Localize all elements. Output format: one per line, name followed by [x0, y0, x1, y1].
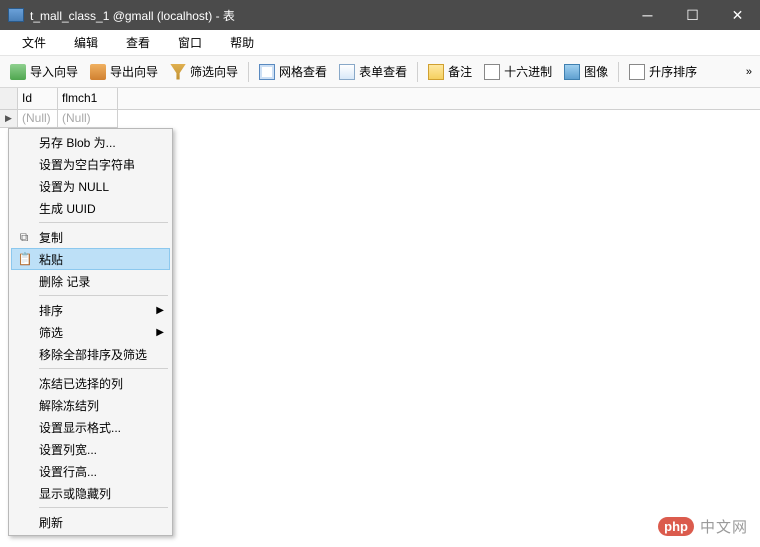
export-wizard-label: 导出向导	[110, 63, 158, 80]
image-icon	[564, 64, 580, 80]
menu-show-hide-cols[interactable]: 显示或隐藏列	[11, 482, 170, 504]
grid-view-icon	[259, 64, 275, 80]
hex-icon	[484, 64, 500, 80]
column-header-id[interactable]: Id	[18, 88, 58, 109]
menubar: 文件 编辑 查看 窗口 帮助	[0, 30, 760, 56]
menu-save-blob-as[interactable]: 另存 Blob 为...	[11, 131, 170, 153]
menu-edit[interactable]: 编辑	[60, 30, 112, 55]
import-wizard-label: 导入向导	[30, 63, 78, 80]
grid-view-label: 网格查看	[279, 63, 327, 80]
toolbar-separator	[618, 62, 619, 82]
filter-icon	[170, 64, 186, 80]
menu-paste[interactable]: 📋 粘贴	[11, 248, 170, 270]
menu-set-row-height[interactable]: 设置行高...	[11, 460, 170, 482]
data-grid[interactable]: Id flmch1 ▶ (Null) (Null)	[0, 88, 760, 128]
note-icon	[428, 64, 444, 80]
export-icon	[90, 64, 106, 80]
menu-sort[interactable]: 排序 ▶	[11, 299, 170, 321]
hex-label: 十六进制	[504, 63, 552, 80]
notes-label: 备注	[448, 63, 472, 80]
minimize-button[interactable]: ─	[625, 0, 670, 30]
menu-generate-uuid[interactable]: 生成 UUID	[11, 197, 170, 219]
menu-remove-sort-filter[interactable]: 移除全部排序及筛选	[11, 343, 170, 365]
window-titlebar: t_mall_class_1 @gmall (localhost) - 表 ─ …	[0, 0, 760, 30]
toolbar-overflow-button[interactable]: »	[738, 66, 760, 78]
sort-asc-label: 升序排序	[649, 63, 697, 80]
menu-help[interactable]: 帮助	[216, 30, 268, 55]
notes-button[interactable]: 备注	[422, 56, 478, 87]
toolbar: 导入向导 导出向导 筛选向导 网格查看 表单查看 备注 十六进制 图像 升序排序…	[0, 56, 760, 88]
maximize-button[interactable]: ☐	[670, 0, 715, 30]
cell-flmch1[interactable]: (Null)	[58, 110, 118, 128]
menu-unfreeze-cols[interactable]: 解除冻结列	[11, 394, 170, 416]
form-view-button[interactable]: 表单查看	[333, 56, 413, 87]
menu-separator	[39, 507, 168, 508]
menu-set-empty-string[interactable]: 设置为空白字符串	[11, 153, 170, 175]
watermark-badge: php	[658, 517, 694, 536]
toolbar-separator	[248, 62, 249, 82]
menu-file[interactable]: 文件	[8, 30, 60, 55]
menu-separator	[39, 295, 168, 296]
filter-wizard-label: 筛选向导	[190, 63, 238, 80]
row-indicator-icon[interactable]: ▶	[0, 110, 18, 128]
menu-window[interactable]: 窗口	[164, 30, 216, 55]
copy-icon: ⧉	[16, 229, 32, 245]
sort-asc-icon	[629, 64, 645, 80]
image-label: 图像	[584, 63, 608, 80]
form-view-icon	[339, 64, 355, 80]
context-menu: 另存 Blob 为... 设置为空白字符串 设置为 NULL 生成 UUID ⧉…	[8, 128, 173, 536]
menu-delete-record[interactable]: 删除 记录	[11, 270, 170, 292]
import-wizard-button[interactable]: 导入向导	[4, 56, 84, 87]
menu-set-col-width[interactable]: 设置列宽...	[11, 438, 170, 460]
app-icon	[8, 8, 24, 22]
window-title: t_mall_class_1 @gmall (localhost) - 表	[30, 7, 235, 24]
grid-header-row: Id flmch1	[0, 88, 760, 110]
watermark: php 中文网	[658, 516, 748, 537]
submenu-arrow-icon: ▶	[156, 305, 164, 316]
menu-separator	[39, 222, 168, 223]
filter-wizard-button[interactable]: 筛选向导	[164, 56, 244, 87]
menu-set-null[interactable]: 设置为 NULL	[11, 175, 170, 197]
menu-set-display-format[interactable]: 设置显示格式...	[11, 416, 170, 438]
import-icon	[10, 64, 26, 80]
form-view-label: 表单查看	[359, 63, 407, 80]
cell-id[interactable]: (Null)	[18, 110, 58, 128]
paste-icon: 📋	[17, 251, 33, 267]
table-row[interactable]: ▶ (Null) (Null)	[0, 110, 760, 128]
image-button[interactable]: 图像	[558, 56, 614, 87]
close-button[interactable]: ✕	[715, 0, 760, 30]
menu-separator	[39, 368, 168, 369]
menu-filter[interactable]: 筛选 ▶	[11, 321, 170, 343]
sort-asc-button[interactable]: 升序排序	[623, 56, 703, 87]
export-wizard-button[interactable]: 导出向导	[84, 56, 164, 87]
grid-corner[interactable]	[0, 88, 18, 109]
menu-copy[interactable]: ⧉ 复制	[11, 226, 170, 248]
watermark-text: 中文网	[700, 516, 748, 537]
column-header-flmch1[interactable]: flmch1	[58, 88, 118, 109]
hex-button[interactable]: 十六进制	[478, 56, 558, 87]
menu-freeze-selected-cols[interactable]: 冻结已选择的列	[11, 372, 170, 394]
menu-view[interactable]: 查看	[112, 30, 164, 55]
grid-view-button[interactable]: 网格查看	[253, 56, 333, 87]
menu-refresh[interactable]: 刷新	[11, 511, 170, 533]
submenu-arrow-icon: ▶	[156, 327, 164, 338]
toolbar-separator	[417, 62, 418, 82]
